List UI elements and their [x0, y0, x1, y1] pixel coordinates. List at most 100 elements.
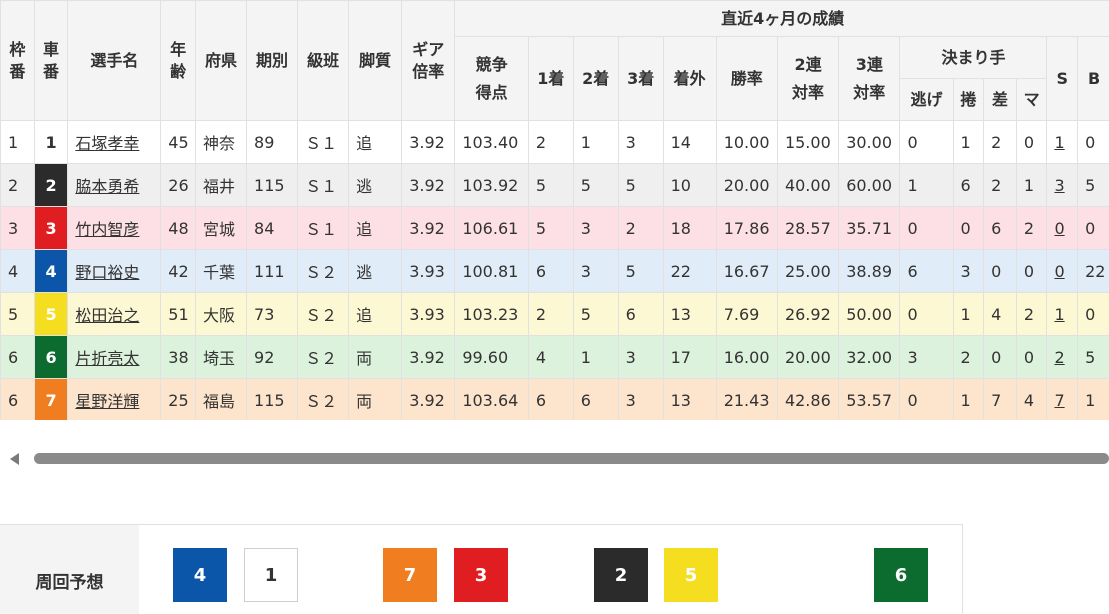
header-score: 競争得点 — [455, 37, 529, 121]
rider-name-cell: 脇本勇希 — [68, 164, 161, 207]
s-count-link[interactable]: 1 — [1054, 305, 1064, 324]
s-count-link[interactable]: 2 — [1054, 348, 1064, 367]
cell-first: 6 — [528, 379, 573, 421]
cell-b: 1 — [1078, 379, 1109, 421]
cell-out: 17 — [663, 336, 716, 379]
rider-name-link[interactable]: 竹内智彦 — [75, 220, 139, 239]
cell-term: 115 — [247, 164, 298, 207]
cell-ren3: 30.00 — [839, 121, 900, 164]
cell-out: 14 — [663, 121, 716, 164]
cell-age: 51 — [161, 293, 196, 336]
rider-name-cell: 片折亮太 — [68, 336, 161, 379]
cell-winrate: 21.43 — [716, 379, 777, 421]
cell-second: 3 — [573, 250, 618, 293]
cell-second: 3 — [573, 207, 618, 250]
cell-mark: 2 — [1016, 207, 1047, 250]
car-number-badge: 5 — [35, 293, 68, 335]
s-count-cell: 1 — [1047, 121, 1078, 164]
car-number-cell: 5 — [34, 293, 68, 336]
rider-row: 66片折亮太38埼玉92Ｓ２両3.9299.604131716.0020.003… — [1, 336, 1109, 379]
cell-age: 38 — [161, 336, 196, 379]
cell-nige: 0 — [900, 121, 953, 164]
header-second: 2着 — [573, 37, 618, 121]
scroll-left-arrow-icon[interactable] — [10, 453, 19, 465]
lap-car-box: 6 — [874, 548, 928, 602]
cell-winrate: 16.00 — [716, 336, 777, 379]
cell-sashi: 2 — [984, 121, 1017, 164]
cell-gear: 3.92 — [402, 164, 455, 207]
cell-nige: 0 — [900, 379, 953, 421]
cell-mark: 0 — [1016, 336, 1047, 379]
scroll-thumb[interactable] — [34, 453, 1109, 464]
car-number-badge: 7 — [35, 379, 68, 420]
lap-prediction-label: 周回予想 — [0, 525, 139, 614]
rider-name-link[interactable]: 脇本勇希 — [75, 177, 139, 196]
cell-makuri: 0 — [953, 207, 984, 250]
cell-makuri: 2 — [953, 336, 984, 379]
s-count-link[interactable]: 7 — [1054, 391, 1064, 410]
car-number-badge: 2 — [35, 164, 68, 206]
horizontal-scrollbar[interactable] — [0, 446, 1109, 472]
header-ren3: 3連対率 — [839, 37, 900, 121]
s-count-link[interactable]: 3 — [1054, 176, 1064, 195]
cell-term: 89 — [247, 121, 298, 164]
lap-car-box: 4 — [173, 548, 227, 602]
cell-gear: 3.93 — [402, 250, 455, 293]
cell-ren3: 35.71 — [839, 207, 900, 250]
cell-third: 5 — [618, 250, 663, 293]
header-third: 3着 — [618, 37, 663, 121]
cell-mark: 0 — [1016, 250, 1047, 293]
cell-second: 6 — [573, 379, 618, 421]
s-count-cell: 1 — [1047, 293, 1078, 336]
cell-pref: 千葉 — [195, 250, 246, 293]
cell-makuri: 1 — [953, 293, 984, 336]
cell-style: 追 — [349, 207, 402, 250]
cell-term: 84 — [247, 207, 298, 250]
cell-score: 103.64 — [455, 379, 529, 421]
cell-ren3: 53.57 — [839, 379, 900, 421]
header-s: S — [1047, 37, 1078, 121]
header-pref: 府県 — [195, 1, 246, 121]
rider-row: 22脇本勇希26福井115Ｓ１逃3.92103.925551020.0040.0… — [1, 164, 1109, 207]
cell-out: 10 — [663, 164, 716, 207]
cell-score: 99.60 — [455, 336, 529, 379]
header-recent: 直近4ヶ月の成績 — [455, 1, 1109, 37]
s-count-link[interactable]: 1 — [1054, 133, 1064, 152]
lap-car-box: 7 — [383, 548, 437, 602]
rider-name-cell: 竹内智彦 — [68, 207, 161, 250]
cell-nige: 0 — [900, 207, 953, 250]
cell-sashi: 0 — [984, 336, 1017, 379]
cell-age: 25 — [161, 379, 196, 421]
cell-class: Ｓ１ — [298, 207, 349, 250]
cell-winrate: 20.00 — [716, 164, 777, 207]
cell-score: 100.81 — [455, 250, 529, 293]
rider-name-link[interactable]: 石塚孝幸 — [75, 134, 139, 153]
rider-name-link[interactable]: 野口裕史 — [75, 263, 139, 282]
cell-score: 106.61 — [455, 207, 529, 250]
race-table-container: 枠番 車番 選手名 年齢 府県 期別 級班 脚質 ギア倍率 直近4ヶ月の成績 競… — [0, 0, 1109, 420]
cell-pref: 神奈 — [195, 121, 246, 164]
header-term: 期別 — [247, 1, 298, 121]
cell-waku: 6 — [1, 336, 35, 379]
header-class: 級班 — [298, 1, 349, 121]
cell-class: Ｓ１ — [298, 121, 349, 164]
cell-ren3: 32.00 — [839, 336, 900, 379]
rider-row: 55松田治之51大阪73Ｓ２追3.93103.23256137.6926.925… — [1, 293, 1109, 336]
cell-ren2: 26.92 — [777, 293, 838, 336]
s-count-cell: 7 — [1047, 379, 1078, 421]
s-count-link[interactable]: 0 — [1054, 262, 1064, 281]
cell-winrate: 16.67 — [716, 250, 777, 293]
header-style: 脚質 — [349, 1, 402, 121]
cell-b: 5 — [1078, 164, 1109, 207]
header-kimarite: 決まり手 — [900, 37, 1047, 79]
rider-name-link[interactable]: 星野洋輝 — [75, 392, 139, 411]
cell-style: 両 — [349, 379, 402, 421]
header-out: 着外 — [663, 37, 716, 121]
cell-pref: 福島 — [195, 379, 246, 421]
rider-name-link[interactable]: 松田治之 — [75, 306, 139, 325]
header-age: 年齢 — [161, 1, 196, 121]
cell-b: 0 — [1078, 293, 1109, 336]
rider-name-cell: 野口裕史 — [68, 250, 161, 293]
s-count-link[interactable]: 0 — [1054, 219, 1064, 238]
rider-name-link[interactable]: 片折亮太 — [75, 349, 139, 368]
